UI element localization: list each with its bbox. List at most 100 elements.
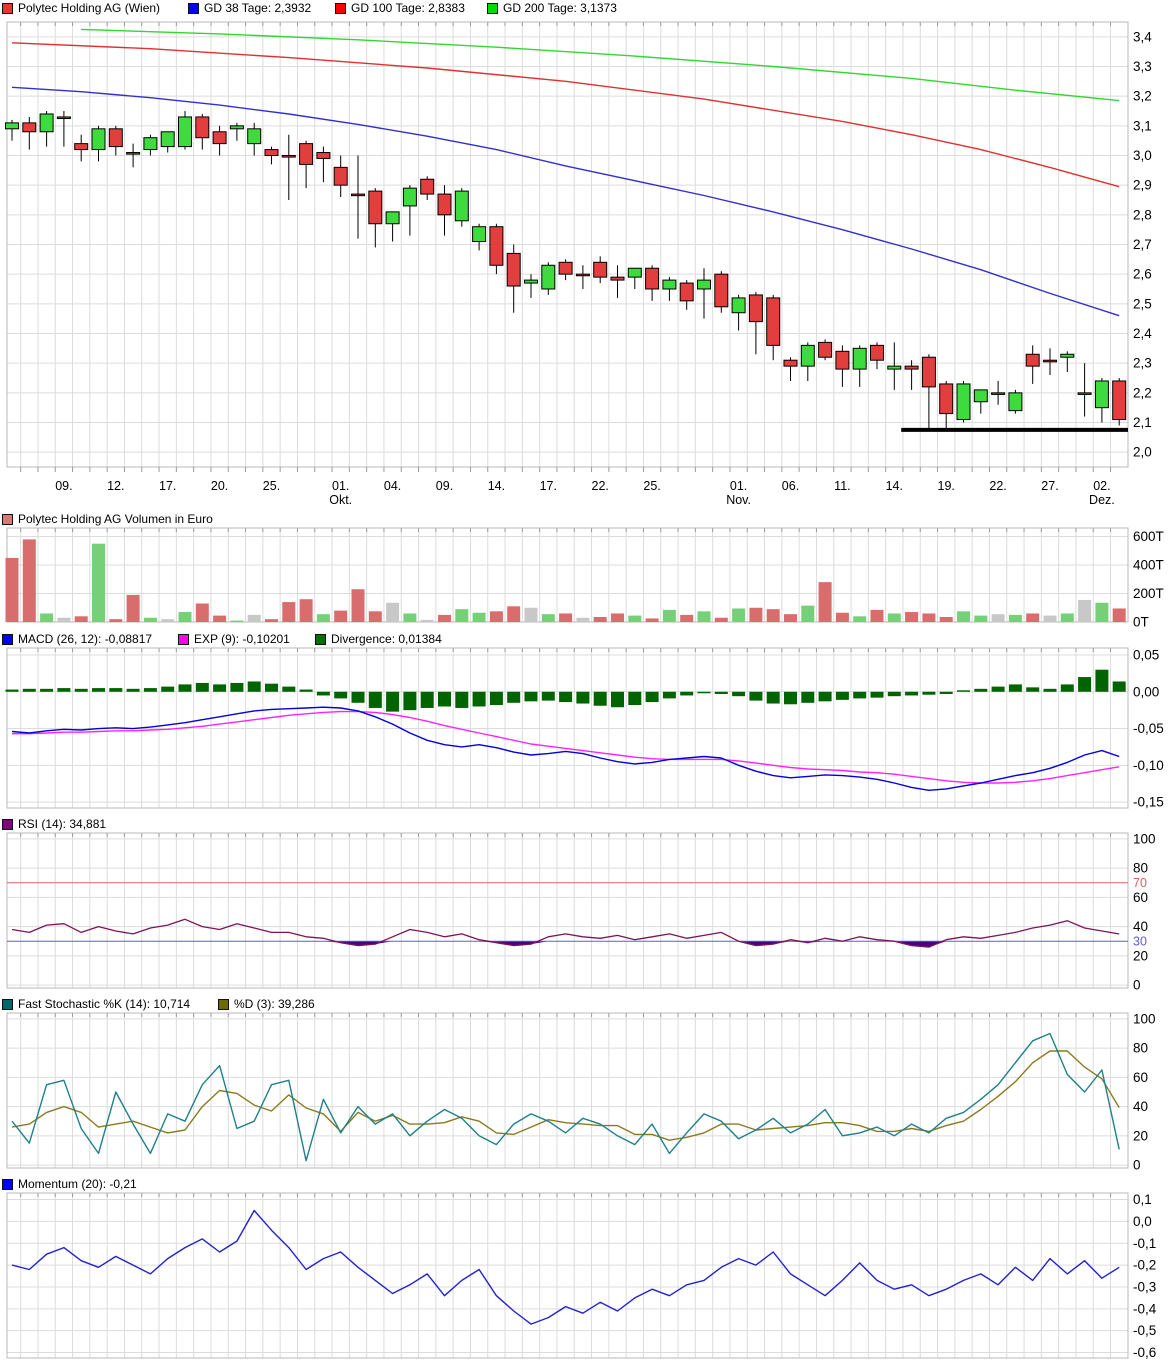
legend-item: Fast Stochastic %K (14): 10,714 bbox=[2, 997, 190, 1011]
legend-item: Polytec Holding AG Volumen in Euro bbox=[2, 512, 213, 526]
svg-text:3,3: 3,3 bbox=[1133, 59, 1152, 74]
momentum-swatch-icon bbox=[2, 1179, 13, 1190]
legend-item: GD 100 Tage: 2,8383 bbox=[335, 1, 465, 15]
svg-text:22.: 22. bbox=[989, 479, 1006, 493]
svg-text:40: 40 bbox=[1133, 919, 1148, 934]
svg-text:-0,3: -0,3 bbox=[1133, 1279, 1156, 1294]
svg-text:01.: 01. bbox=[332, 479, 349, 493]
svg-text:0,1: 0,1 bbox=[1133, 1192, 1152, 1207]
macd-label: MACD (26, 12): -0,08817 bbox=[18, 632, 152, 646]
svg-text:-0,6: -0,6 bbox=[1133, 1345, 1156, 1360]
svg-text:200T: 200T bbox=[1133, 586, 1164, 601]
rsi-label: RSI (14): 34,881 bbox=[18, 817, 106, 831]
svg-text:14.: 14. bbox=[886, 479, 903, 493]
gd100-label: GD 100 Tage: 2,8383 bbox=[351, 1, 465, 15]
svg-text:22.: 22. bbox=[592, 479, 609, 493]
svg-text:0: 0 bbox=[1133, 1158, 1141, 1173]
svg-text:2,4: 2,4 bbox=[1133, 326, 1152, 341]
svg-text:25.: 25. bbox=[643, 479, 660, 493]
gd200-swatch-icon bbox=[487, 3, 498, 14]
svg-text:2,5: 2,5 bbox=[1133, 296, 1152, 311]
divergence-swatch-icon bbox=[315, 634, 326, 645]
svg-text:80: 80 bbox=[1133, 861, 1148, 876]
svg-text:2,3: 2,3 bbox=[1133, 356, 1152, 371]
legend-item: GD 200 Tage: 3,1373 bbox=[487, 1, 617, 15]
legend-item: Momentum (20): -0,21 bbox=[2, 1177, 137, 1191]
svg-text:3,0: 3,0 bbox=[1133, 148, 1152, 163]
svg-text:30: 30 bbox=[1133, 935, 1147, 949]
svg-text:06.: 06. bbox=[782, 479, 799, 493]
svg-text:80: 80 bbox=[1133, 1041, 1148, 1056]
rsi-swatch-icon bbox=[2, 819, 13, 830]
svg-text:-0,5: -0,5 bbox=[1133, 1323, 1156, 1338]
svg-text:20.: 20. bbox=[211, 479, 228, 493]
legend-item: %D (3): 39,286 bbox=[218, 997, 315, 1011]
volume-legend: Polytec Holding AG Volumen in Euro bbox=[0, 512, 1175, 526]
svg-text:2,6: 2,6 bbox=[1133, 267, 1152, 282]
legend-item: RSI (14): 34,881 bbox=[2, 817, 106, 831]
legend-item: MACD (26, 12): -0,08817 bbox=[2, 632, 152, 646]
svg-text:2,0: 2,0 bbox=[1133, 445, 1152, 460]
svg-text:-0,10: -0,10 bbox=[1133, 758, 1164, 773]
svg-text:17.: 17. bbox=[540, 479, 557, 493]
legend-item: GD 38 Tage: 2,3932 bbox=[188, 1, 311, 15]
stoch-k-label: Fast Stochastic %K (14): 10,714 bbox=[18, 997, 190, 1011]
instrument-swatch-icon bbox=[2, 3, 13, 14]
svg-text:Okt.: Okt. bbox=[329, 493, 352, 507]
svg-text:2,7: 2,7 bbox=[1133, 237, 1152, 252]
svg-text:100: 100 bbox=[1133, 1011, 1156, 1026]
divergence-label: Divergence: 0,01384 bbox=[331, 632, 442, 646]
gd38-swatch-icon bbox=[188, 3, 199, 14]
svg-text:19.: 19. bbox=[938, 479, 955, 493]
macd-swatch-icon bbox=[2, 634, 13, 645]
svg-text:27.: 27. bbox=[1041, 479, 1058, 493]
chart-canvas: 3,43,33,23,13,02,92,82,72,62,52,42,32,22… bbox=[0, 0, 1175, 1361]
svg-text:17.: 17. bbox=[159, 479, 176, 493]
volume-label: Polytec Holding AG Volumen in Euro bbox=[18, 512, 213, 526]
svg-text:2,1: 2,1 bbox=[1133, 415, 1152, 430]
legend-item: EXP (9): -0,10201 bbox=[178, 632, 290, 646]
svg-text:3,1: 3,1 bbox=[1133, 118, 1152, 133]
svg-text:2,8: 2,8 bbox=[1133, 207, 1152, 222]
svg-text:-0,2: -0,2 bbox=[1133, 1258, 1156, 1273]
svg-text:20: 20 bbox=[1133, 948, 1148, 963]
svg-text:0T: 0T bbox=[1133, 615, 1149, 630]
svg-text:3,2: 3,2 bbox=[1133, 89, 1152, 104]
svg-text:Nov.: Nov. bbox=[726, 493, 751, 507]
svg-text:2,9: 2,9 bbox=[1133, 178, 1152, 193]
svg-text:-0,05: -0,05 bbox=[1133, 721, 1164, 736]
instrument-label: Polytec Holding AG (Wien) bbox=[18, 1, 160, 15]
svg-text:09.: 09. bbox=[436, 479, 453, 493]
svg-text:60: 60 bbox=[1133, 1070, 1148, 1085]
svg-text:70: 70 bbox=[1133, 876, 1147, 890]
svg-text:600T: 600T bbox=[1133, 529, 1164, 544]
gd38-label: GD 38 Tage: 2,3932 bbox=[204, 1, 311, 15]
svg-text:0,05: 0,05 bbox=[1133, 647, 1159, 662]
price-legend: Polytec Holding AG (Wien) GD 38 Tage: 2,… bbox=[0, 1, 1175, 15]
exp-label: EXP (9): -0,10201 bbox=[194, 632, 290, 646]
stochastic-legend: Fast Stochastic %K (14): 10,714 %D (3): … bbox=[0, 997, 1175, 1011]
svg-text:2,2: 2,2 bbox=[1133, 385, 1152, 400]
svg-text:0,00: 0,00 bbox=[1133, 684, 1159, 699]
svg-text:09.: 09. bbox=[55, 479, 72, 493]
legend-item: Divergence: 0,01384 bbox=[315, 632, 442, 646]
stoch-d-swatch-icon bbox=[218, 999, 229, 1010]
svg-text:40: 40 bbox=[1133, 1099, 1148, 1114]
svg-text:02.: 02. bbox=[1093, 479, 1110, 493]
exp-swatch-icon bbox=[178, 634, 189, 645]
macd-legend: MACD (26, 12): -0,08817 EXP (9): -0,1020… bbox=[0, 632, 1175, 646]
svg-text:Dez.: Dez. bbox=[1089, 493, 1115, 507]
svg-text:12.: 12. bbox=[107, 479, 124, 493]
momentum-legend: Momentum (20): -0,21 bbox=[0, 1177, 1175, 1191]
volume-swatch-icon bbox=[2, 514, 13, 525]
svg-text:25.: 25. bbox=[263, 479, 280, 493]
svg-text:100: 100 bbox=[1133, 831, 1156, 846]
svg-text:0,0: 0,0 bbox=[1133, 1214, 1152, 1229]
gd200-label: GD 200 Tage: 3,1373 bbox=[503, 1, 617, 15]
svg-text:20: 20 bbox=[1133, 1128, 1148, 1143]
chart-page: 3,43,33,23,13,02,92,82,72,62,52,42,32,22… bbox=[0, 0, 1175, 1361]
svg-text:11.: 11. bbox=[834, 479, 850, 493]
legend-item: Polytec Holding AG (Wien) bbox=[2, 1, 160, 15]
rsi-legend: RSI (14): 34,881 bbox=[0, 817, 1175, 831]
svg-text:-0,15: -0,15 bbox=[1133, 795, 1164, 810]
